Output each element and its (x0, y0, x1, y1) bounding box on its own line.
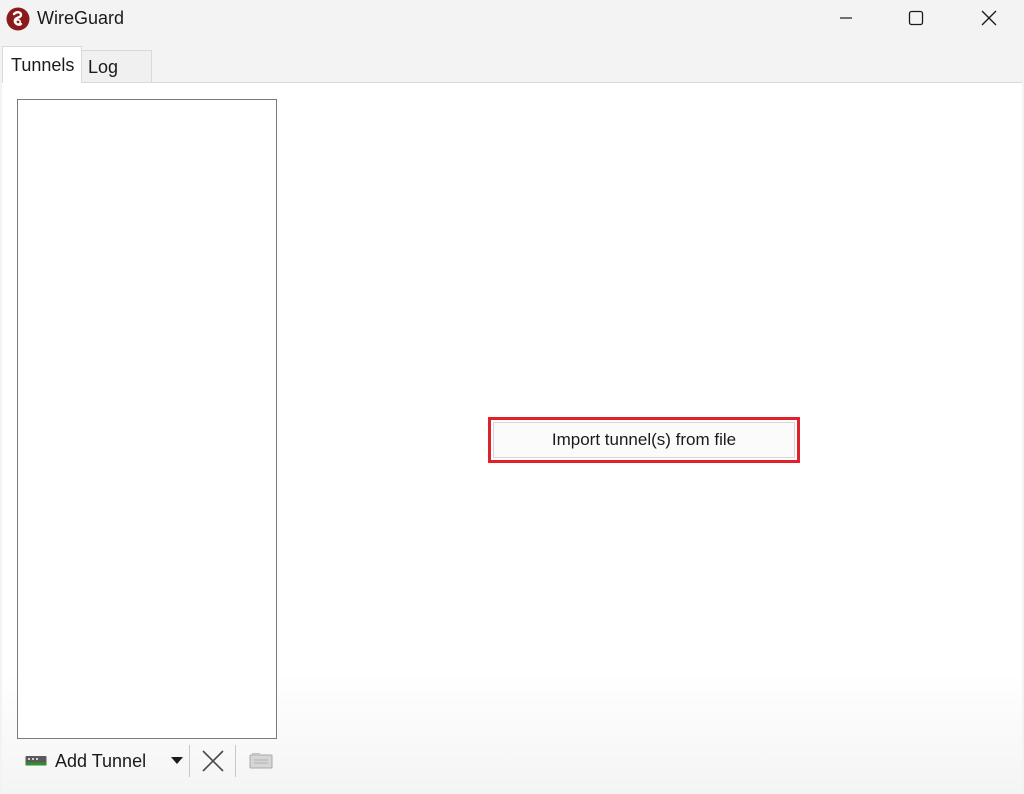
tab-log[interactable]: Log (82, 50, 152, 82)
title-bar: WireGuard (0, 0, 1024, 40)
export-zip-icon (249, 753, 273, 769)
add-tunnel-dropdown[interactable] (167, 751, 187, 771)
import-highlight-box: Import tunnel(s) from file (488, 417, 800, 463)
toolbar-separator (189, 745, 190, 777)
tunnel-list[interactable] (17, 99, 277, 739)
wireguard-window: WireGuard Tunnels Log Add Tunnel Import … (0, 0, 1024, 794)
import-tunnels-button[interactable]: Import tunnel(s) from file (493, 422, 795, 458)
delete-x-icon (202, 750, 224, 772)
delete-tunnel-button[interactable] (199, 747, 227, 775)
toolbar-separator (235, 745, 236, 777)
tunnels-panel: Add Tunnel Import tunnel(s) from file (2, 82, 1022, 794)
tab-strip: Tunnels Log (0, 46, 1024, 83)
import-tunnels-label: Import tunnel(s) from file (551, 430, 737, 449)
export-tunnels-button[interactable] (247, 749, 275, 773)
maximize-icon (908, 10, 924, 26)
window-title: WireGuard (37, 8, 125, 28)
minimize-icon (840, 17, 852, 19)
tab-tunnels[interactable]: Tunnels (2, 46, 82, 83)
wireguard-logo-icon (6, 7, 30, 31)
tab-tunnels-label: Tunnels (11, 55, 75, 75)
maximize-button[interactable] (881, 0, 951, 36)
close-button[interactable] (954, 0, 1024, 36)
add-tunnel-label: Add Tunnel (55, 750, 147, 771)
close-icon (981, 10, 997, 26)
minimize-button[interactable] (811, 0, 881, 36)
network-adapter-icon (25, 756, 47, 766)
add-tunnel-button[interactable]: Add Tunnel (25, 747, 183, 775)
dropdown-arrow-icon (171, 757, 183, 764)
tab-log-label: Log (88, 57, 119, 77)
tunnel-toolbar: Add Tunnel (17, 739, 277, 783)
